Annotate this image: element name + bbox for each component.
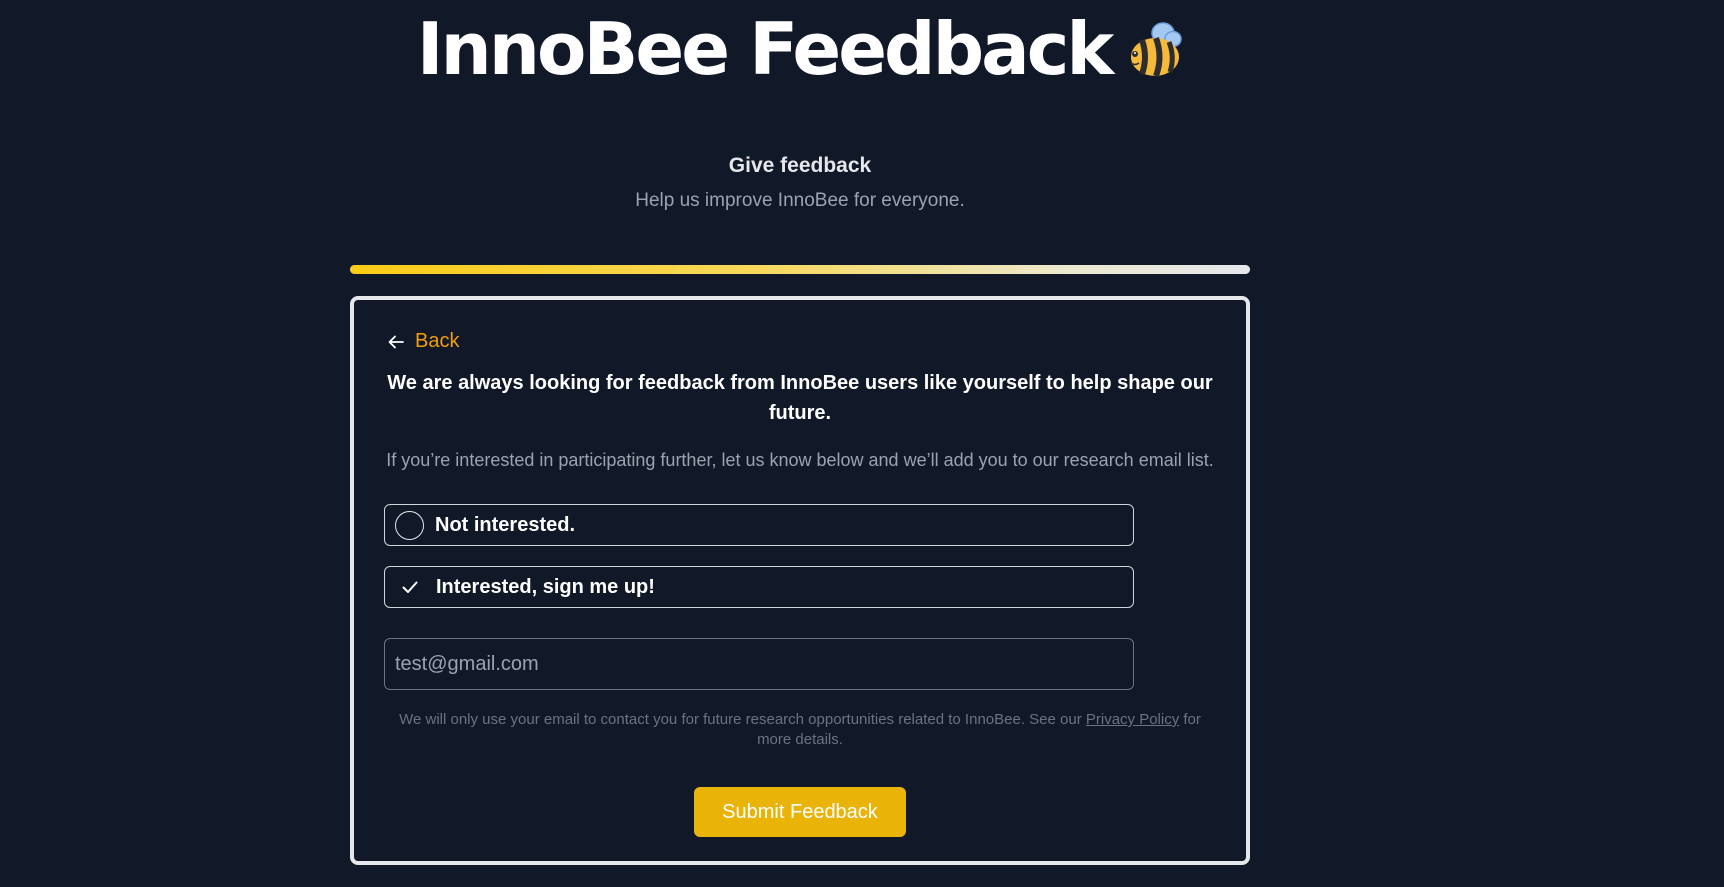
option-label: Interested, sign me up! xyxy=(436,575,655,598)
progress-fill xyxy=(350,265,1250,274)
back-label: Back xyxy=(415,330,460,352)
feedback-card: Back We are always looking for feedback … xyxy=(350,296,1250,865)
app-title-text: InnoBee Feedback xyxy=(416,7,1115,91)
privacy-policy-link[interactable]: Privacy Policy xyxy=(1086,711,1179,728)
progress-bar xyxy=(350,265,1250,274)
submit-feedback-button[interactable]: Submit Feedback xyxy=(694,787,906,837)
page-subheading: Help us improve InnoBee for everyone. xyxy=(635,190,965,211)
email-disclaimer: We will only use your email to contact y… xyxy=(394,710,1206,750)
arrow-left-icon xyxy=(388,335,404,348)
option-not-interested[interactable]: Not interested. xyxy=(384,504,1134,546)
feedback-description: If you’re interested in participating fu… xyxy=(386,450,1214,470)
option-interested[interactable]: Interested, sign me up! xyxy=(384,566,1134,608)
feedback-page: InnoBee Feedback Give feedback Help us i… xyxy=(0,0,1724,887)
option-label: Not interested. xyxy=(435,513,576,536)
page-heading: Give feedback xyxy=(728,154,872,177)
radio-circle-icon xyxy=(395,510,424,540)
bee-icon xyxy=(1130,22,1183,78)
disclaimer-text: We will only use your email to contact y… xyxy=(399,711,1086,728)
back-button[interactable]: Back xyxy=(387,330,459,353)
feedback-question: We are always looking for feedback from … xyxy=(387,372,1213,424)
checkmark-icon xyxy=(402,581,418,593)
app-title: InnoBee Feedback xyxy=(0,4,1600,94)
email-field[interactable] xyxy=(384,638,1134,690)
